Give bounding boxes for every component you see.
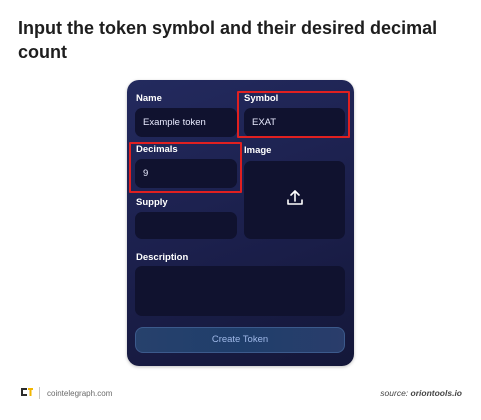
description-label: Description: [136, 252, 189, 263]
source-name: oriontools.io: [410, 388, 462, 398]
supply-label: Supply: [136, 197, 168, 208]
footer-source: source: oriontools.io: [380, 388, 462, 398]
symbol-highlight-box: [237, 91, 350, 138]
create-token-button[interactable]: Create Token: [135, 327, 345, 353]
image-label: Image: [244, 145, 272, 156]
name-input[interactable]: Example token: [135, 108, 237, 137]
cointelegraph-logo-icon: [20, 386, 34, 400]
footer-brand-text: cointelegraph.com: [47, 388, 113, 398]
footer-divider: [39, 387, 40, 399]
footer-brand: cointelegraph.com: [20, 386, 112, 400]
name-label: Name: [136, 93, 162, 104]
image-upload-dropzone[interactable]: [244, 161, 345, 239]
source-prefix: source:: [380, 388, 409, 398]
upload-icon: [285, 188, 305, 213]
page-title: Input the token symbol and their desired…: [18, 18, 438, 62]
supply-input[interactable]: [135, 212, 237, 239]
description-input[interactable]: [135, 266, 345, 316]
decimals-highlight-box: [129, 142, 242, 193]
